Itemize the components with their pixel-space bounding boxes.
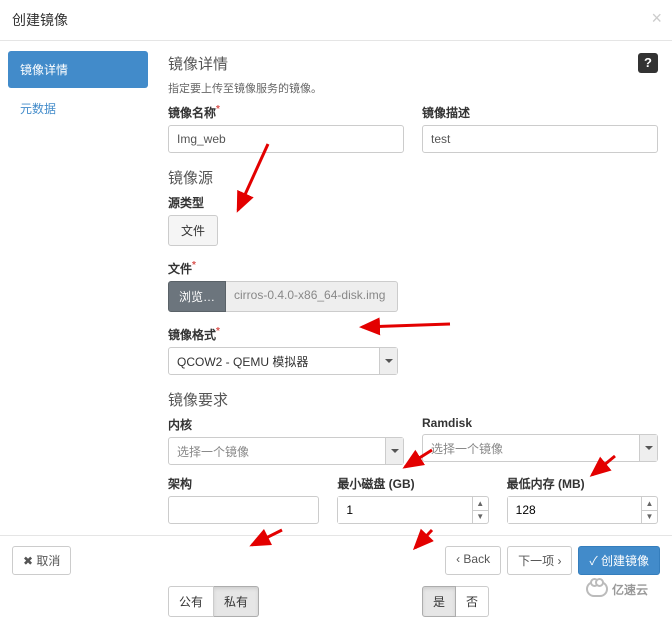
nav-metadata[interactable]: 元数据 <box>8 90 148 127</box>
chevron-down-icon <box>385 438 403 464</box>
protected-toggle: 是 否 <box>422 586 489 617</box>
format-select[interactable]: QCOW2 - QEMU 模拟器 <box>168 347 398 375</box>
cancel-button[interactable]: ✖ 取消 <box>12 546 71 575</box>
nav-image-details[interactable]: 镜像详情 <box>8 51 148 88</box>
modal-header: 创建镜像 × <box>0 0 672 41</box>
label-file: 文件* <box>168 260 658 277</box>
help-text: 指定要上传至镜像服务的镜像。 <box>168 80 658 96</box>
label-source-type: 源类型 <box>168 194 658 211</box>
label-arch: 架构 <box>168 475 319 492</box>
close-icon[interactable]: × <box>651 8 662 29</box>
stepper-up-icon[interactable]: ▲ <box>642 497 657 511</box>
minram-stepper[interactable]: ▲▼ <box>507 496 658 524</box>
create-button[interactable]: ✓ 创建镜像 <box>578 546 660 575</box>
image-name-input[interactable] <box>168 125 404 153</box>
label-kernel: 内核 <box>168 416 404 433</box>
section-title-requirements: 镜像要求 <box>168 389 658 410</box>
visibility-public[interactable]: 公有 <box>168 586 214 617</box>
label-image-desc: 镜像描述 <box>422 104 658 121</box>
label-format: 镜像格式* <box>168 326 658 343</box>
source-type-button[interactable]: 文件 <box>168 215 218 246</box>
label-mindisk: 最小磁盘 (GB) <box>337 475 488 492</box>
stepper-up-icon[interactable]: ▲ <box>473 497 488 511</box>
next-button[interactable]: 下一项 › <box>507 546 572 575</box>
browse-button[interactable]: 浏览… <box>168 281 226 312</box>
help-icon[interactable]: ? <box>638 53 658 73</box>
stepper-down-icon[interactable]: ▼ <box>473 511 488 524</box>
label-ramdisk: Ramdisk <box>422 416 658 430</box>
chevron-down-icon <box>639 435 657 461</box>
modal-footer: ✖ 取消 ‹ Back 下一项 › ✓ 创建镜像 <box>0 535 672 585</box>
section-title-details: 镜像详情 <box>168 53 658 74</box>
kernel-select[interactable]: 选择一个镜像 <box>168 437 404 465</box>
protected-yes[interactable]: 是 <box>422 586 456 617</box>
chevron-down-icon <box>379 348 397 374</box>
label-image-name: 镜像名称* <box>168 104 404 121</box>
file-name-display: cirros-0.4.0-x86_64-disk.img <box>226 281 398 312</box>
visibility-toggle: 公有 私有 <box>168 586 259 617</box>
image-desc-input[interactable] <box>422 125 658 153</box>
ramdisk-select[interactable]: 选择一个镜像 <box>422 434 658 462</box>
modal-title: 创建镜像 <box>12 10 660 30</box>
cloud-icon <box>586 581 608 597</box>
watermark: 亿速云 <box>586 577 666 601</box>
mindisk-stepper[interactable]: ▲▼ <box>337 496 488 524</box>
section-title-source: 镜像源 <box>168 167 658 188</box>
back-button[interactable]: ‹ Back <box>445 546 501 575</box>
protected-no[interactable]: 否 <box>456 586 489 617</box>
stepper-down-icon[interactable]: ▼ <box>642 511 657 524</box>
label-minram: 最低内存 (MB) <box>507 475 658 492</box>
visibility-private[interactable]: 私有 <box>214 586 259 617</box>
arch-input[interactable] <box>168 496 319 524</box>
